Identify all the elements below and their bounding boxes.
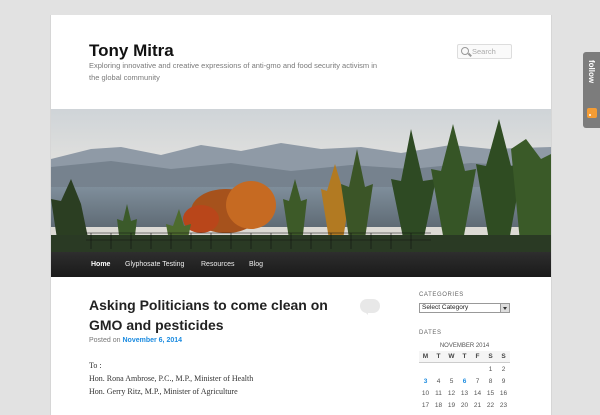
calendar-day-link[interactable]: 6 — [458, 375, 471, 387]
nav-item-resources[interactable]: Resources — [201, 252, 234, 277]
calendar-week-row: 17 18 19 20 21 22 23 — [419, 399, 510, 411]
calendar-weekday-header: W — [445, 351, 458, 363]
calendar-day: 9 — [501, 377, 506, 385]
search-input[interactable]: Search — [457, 44, 512, 59]
comment-bubble-icon[interactable] — [360, 299, 380, 315]
calendar-weekday-header: S — [484, 351, 497, 363]
calendar-day: 11 — [435, 389, 442, 397]
calendar-day: 10 — [421, 389, 430, 397]
search-placeholder: Search — [472, 47, 496, 56]
calendar-day: 19 — [447, 401, 456, 409]
main-navigation: Home Glyphosate Testing Resources Blog — [51, 252, 551, 277]
search-icon — [461, 47, 469, 55]
rss-icon — [587, 108, 597, 118]
chevron-down-icon — [500, 304, 509, 312]
site-title[interactable]: Tony Mitra — [89, 41, 174, 61]
post-body-line: To : — [89, 361, 102, 370]
post-body-line: Hon. Gerry Ritz, M.P., Minister of Agric… — [89, 387, 238, 396]
calendar-weekday-header: T — [432, 351, 445, 363]
calendar-day-link[interactable]: 3 — [419, 375, 432, 387]
calendar-day: 7 — [475, 377, 480, 385]
nav-item-home[interactable]: Home — [91, 252, 110, 277]
site-description: Exploring innovative and creative expres… — [89, 61, 378, 82]
calendar-day: 15 — [486, 389, 495, 397]
post-body-line: Hon. Rona Ambrose, P.C., M.P., Minister … — [89, 374, 254, 383]
calendar-week-row: 10 11 12 13 14 15 16 — [419, 387, 510, 399]
calendar-day — [432, 363, 445, 376]
calendar-day: 18 — [434, 401, 443, 409]
calendar-day — [419, 363, 432, 376]
post-body: To : Hon. Rona Ambrose, P.C., M.P., Mini… — [89, 359, 253, 398]
calendar-day: 20 — [460, 401, 469, 409]
calendar-day — [458, 363, 471, 376]
calendar-day: 5 — [449, 377, 454, 385]
calendar-day: 21 — [473, 401, 482, 409]
posted-on-label: Posted on — [89, 337, 121, 344]
header-banner-image[interactable] — [51, 109, 551, 252]
post-meta: Posted on November 6, 2014 — [89, 337, 182, 344]
follow-tab[interactable]: follow — [583, 52, 600, 128]
calendar-week-row: 3456789 — [419, 375, 510, 387]
nav-item-blog[interactable]: Blog — [249, 252, 263, 277]
calendar-day — [445, 363, 458, 376]
calendar-weekday-header: M — [419, 351, 432, 363]
calendar-day — [471, 363, 484, 376]
calendar-day: 16 — [499, 389, 508, 397]
nav-item-glyphosate-testing[interactable]: Glyphosate Testing — [125, 252, 184, 277]
calendar-weekday-header: F — [471, 351, 484, 363]
calendar-day: 14 — [473, 389, 482, 397]
category-select-value: Select Category — [422, 304, 469, 311]
calendar-day: 12 — [447, 389, 456, 397]
calendar-day: 13 — [460, 389, 469, 397]
calendar-day: 8 — [488, 377, 493, 385]
page-container: Tony Mitra Exploring innovative and crea… — [50, 15, 552, 415]
calendar-weekday-header: S — [497, 351, 510, 363]
calendar-day: 17 — [421, 401, 430, 409]
calendar-day: 1 — [488, 365, 493, 373]
calendar-weekday-header: T — [458, 351, 471, 363]
calendar-table: MTWTFSS 1 2 3 4 5 6 7 8 9 10 11 12 13 14 15 16 17 18 19 20 2… — [419, 351, 510, 411]
follow-label: follow — [587, 60, 596, 84]
calendar-day: 22 — [486, 401, 495, 409]
calendar-day: 23 — [499, 401, 508, 409]
post-date-link[interactable]: November 6, 2014 — [122, 337, 182, 344]
dates-widget-title: DATES — [419, 330, 442, 336]
calendar-week-row: 12 — [419, 363, 510, 376]
category-select[interactable]: Select Category — [419, 303, 510, 313]
calendar-caption: NOVEMBER 2014 — [439, 343, 490, 349]
calendar-day: 2 — [501, 365, 506, 373]
post-title[interactable]: Asking Politicians to come clean on GMO … — [89, 295, 339, 335]
categories-widget-title: CATEGORIES — [419, 292, 464, 298]
calendar-day: 4 — [436, 377, 441, 385]
